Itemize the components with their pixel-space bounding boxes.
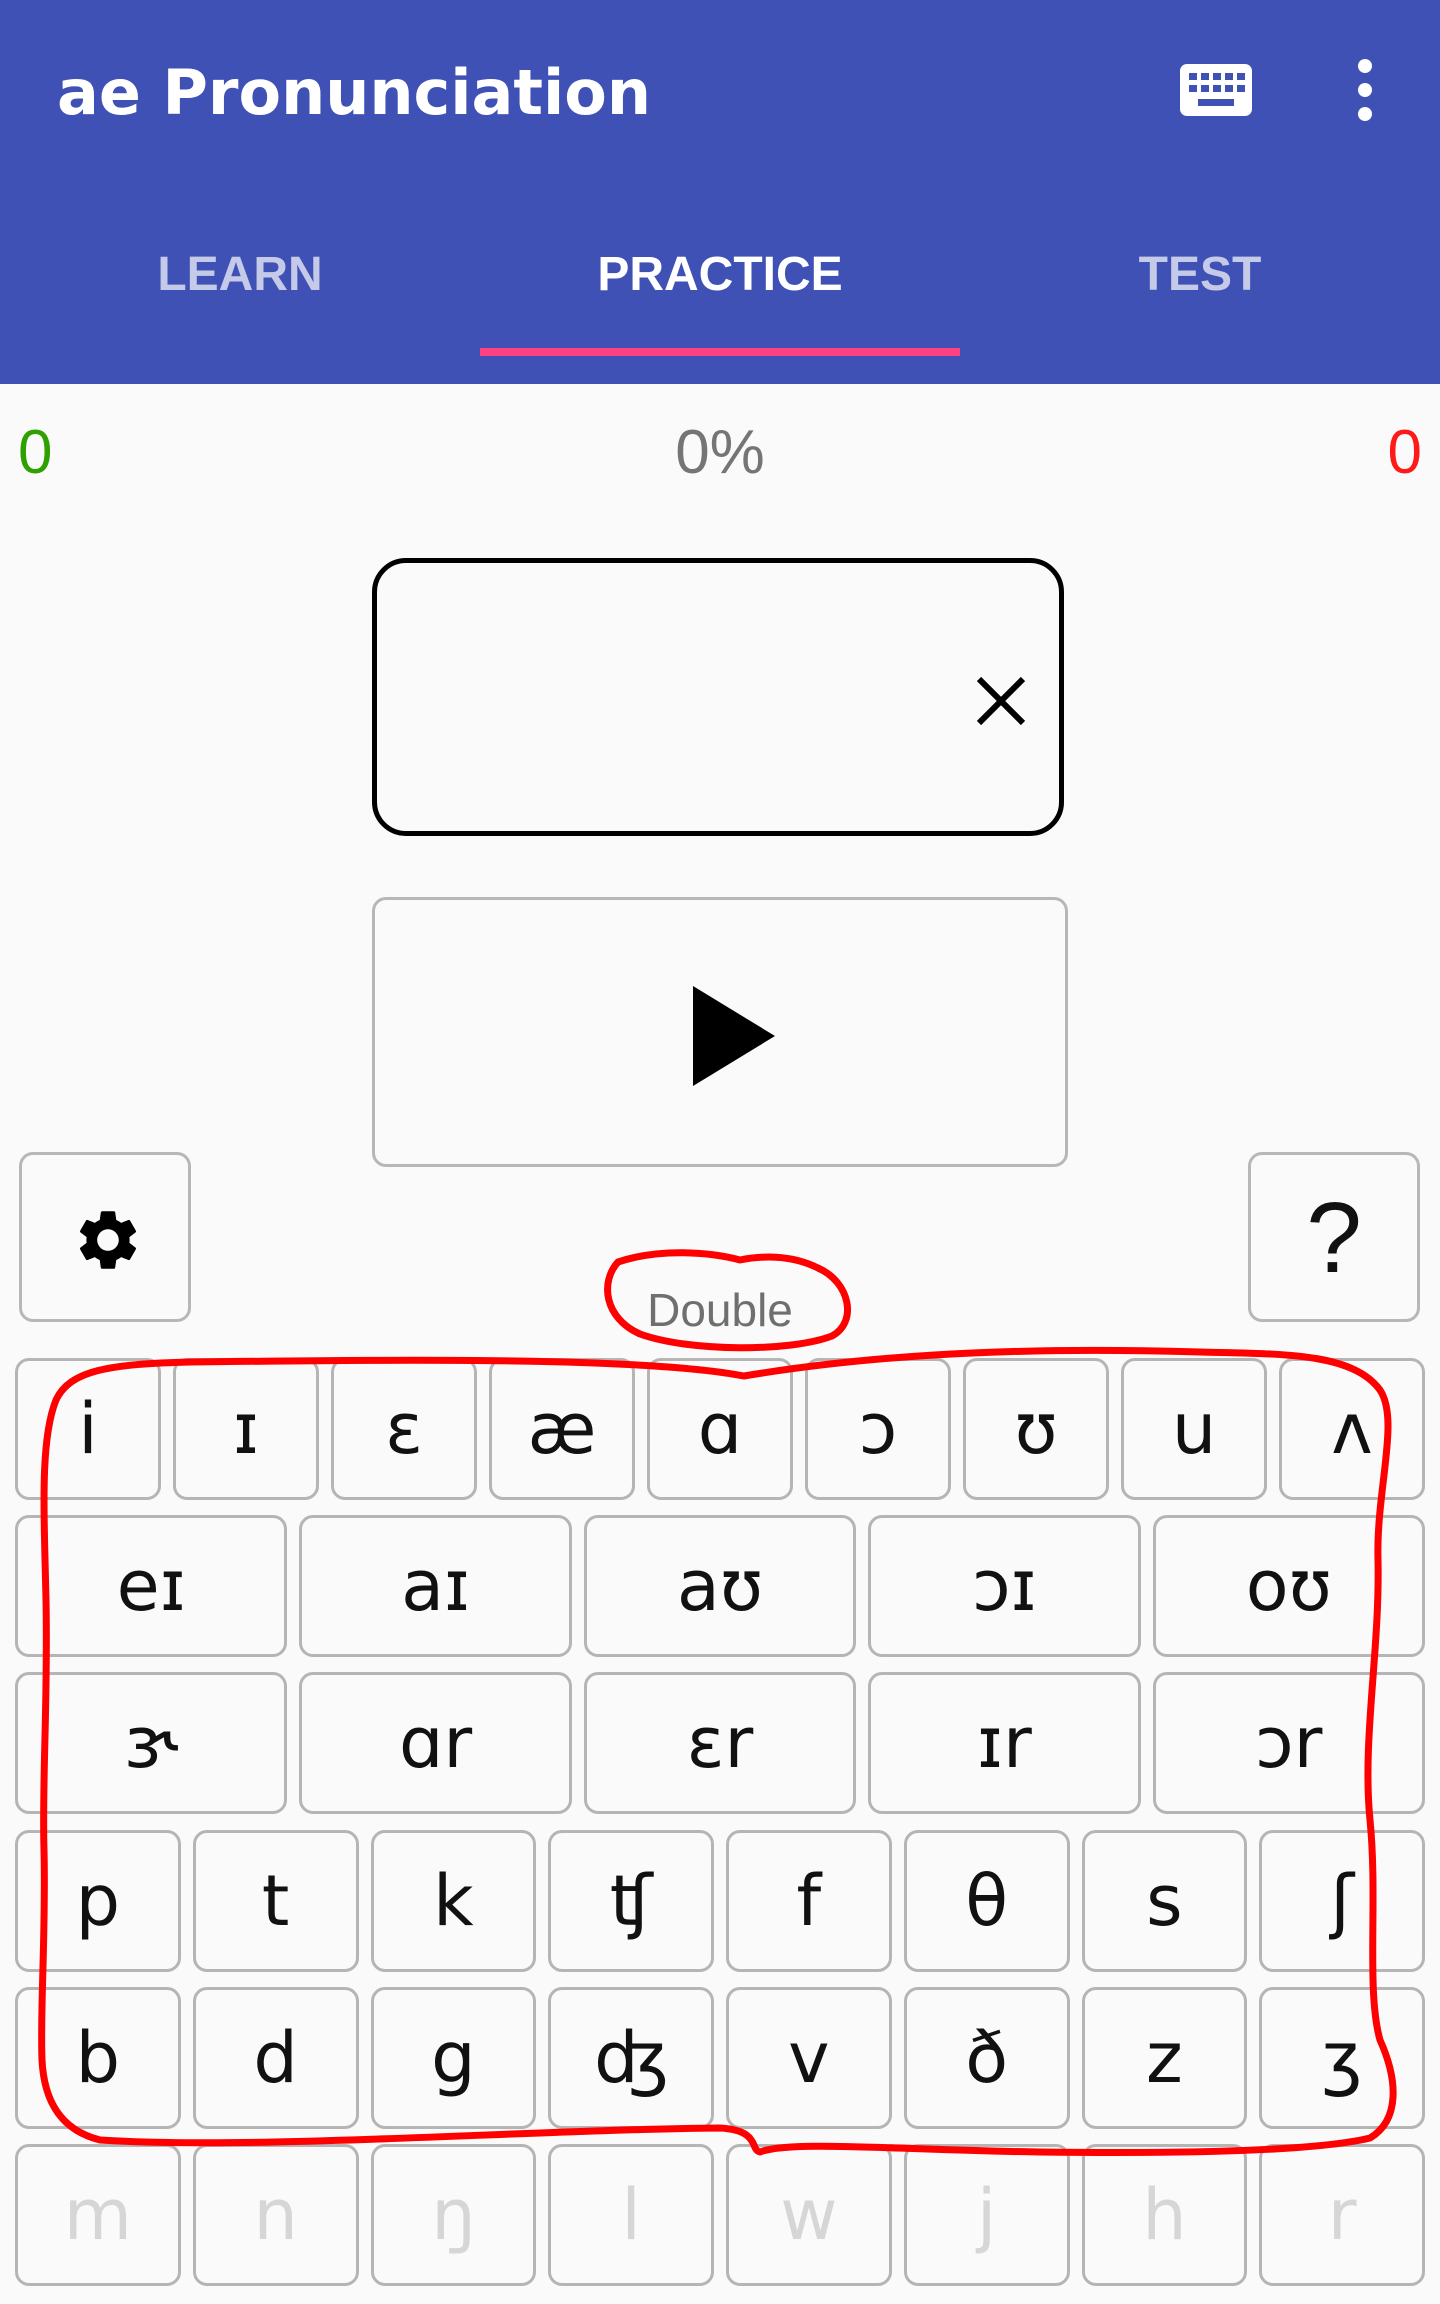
key-0-5[interactable]: ɔ: [805, 1358, 951, 1500]
key-4-2[interactable]: g: [370, 1987, 537, 2129]
key-4-7[interactable]: ʒ: [1259, 1987, 1425, 2129]
key-0-6[interactable]: ʊ: [963, 1358, 1109, 1500]
key-5-7[interactable]: r: [1259, 2144, 1425, 2286]
key-4-4[interactable]: v: [726, 1987, 892, 2129]
key-0-4[interactable]: ɑ: [647, 1358, 793, 1500]
key-0-1[interactable]: ɪ: [173, 1358, 319, 1500]
key-1-4[interactable]: oʊ: [1152, 1515, 1425, 1657]
key-3-0[interactable]: p: [15, 1830, 181, 1972]
key-3-6[interactable]: s: [1081, 1830, 1248, 1972]
key-0-2[interactable]: ɛ: [331, 1358, 477, 1500]
key-5-4[interactable]: w: [726, 2144, 892, 2286]
key-1-3[interactable]: ɔɪ: [868, 1515, 1141, 1657]
key-2-1[interactable]: ɑr: [299, 1672, 572, 1814]
key-5-5[interactable]: j: [903, 2144, 1070, 2286]
key-5-2[interactable]: ŋ: [370, 2144, 537, 2286]
key-1-1[interactable]: aɪ: [299, 1515, 572, 1657]
key-0-3[interactable]: æ: [489, 1358, 635, 1500]
key-4-0[interactable]: b: [15, 1987, 181, 2129]
key-3-3[interactable]: ʧ: [548, 1830, 714, 1972]
key-5-6[interactable]: h: [1081, 2144, 1248, 2286]
key-0-0[interactable]: i: [15, 1358, 161, 1500]
key-3-5[interactable]: θ: [903, 1830, 1070, 1972]
key-5-3[interactable]: l: [548, 2144, 714, 2286]
key-3-2[interactable]: k: [370, 1830, 537, 1972]
key-0-8[interactable]: ʌ: [1279, 1358, 1425, 1500]
key-5-0[interactable]: m: [15, 2144, 181, 2286]
key-1-0[interactable]: eɪ: [15, 1515, 288, 1657]
key-5-1[interactable]: n: [192, 2144, 359, 2286]
key-2-4[interactable]: ɔr: [1152, 1672, 1425, 1814]
key-4-3[interactable]: ʤ: [548, 1987, 714, 2129]
key-2-0[interactable]: ɝ: [15, 1672, 288, 1814]
key-0-7[interactable]: u: [1121, 1358, 1267, 1500]
key-2-2[interactable]: ɛr: [583, 1672, 857, 1814]
key-3-4[interactable]: f: [726, 1830, 892, 1972]
key-3-1[interactable]: t: [192, 1830, 359, 1972]
key-4-6[interactable]: z: [1081, 1987, 1248, 2129]
key-3-7[interactable]: ʃ: [1259, 1830, 1425, 1972]
key-1-2[interactable]: aʊ: [583, 1515, 857, 1657]
key-4-1[interactable]: d: [192, 1987, 359, 2129]
key-4-5[interactable]: ð: [903, 1987, 1070, 2129]
phoneme-keyboard: i ɪ ɛ æ ɑ ɔ ʊ u ʌ eɪ aɪ aʊ ɔɪ oʊ ɝ ɑr ɛr ɪr ɔr p t k ʧ f θ s ʃ b d g ʤ…: [0, 0, 1440, 2304]
key-2-3[interactable]: ɪr: [868, 1672, 1141, 1814]
app-screen: ae Pronunciation LEARN PRACTICE TEST 0 0…: [0, 0, 1440, 2304]
